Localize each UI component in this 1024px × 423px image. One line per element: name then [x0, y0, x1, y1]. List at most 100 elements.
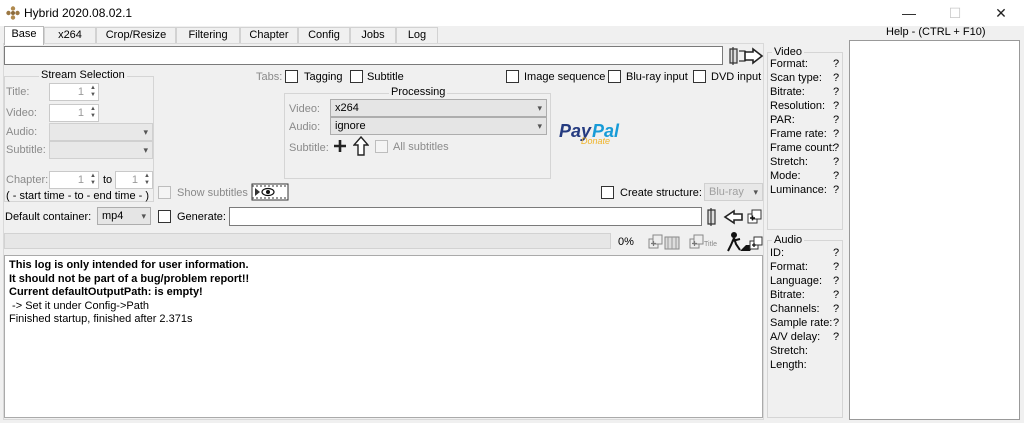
all-subtitles-checkbox[interactable]	[375, 140, 388, 153]
minimize-button[interactable]: —	[886, 0, 932, 26]
title-label: Title:	[6, 86, 30, 98]
create-structure-checkbox[interactable]	[601, 186, 614, 199]
video-info-title: Video	[772, 46, 804, 58]
default-container-select[interactable]: mp4 ▾	[97, 207, 151, 225]
image-sequence-checkbox[interactable]	[506, 70, 519, 83]
processing-title: Processing	[389, 86, 448, 98]
processing-video-label: Video:	[289, 103, 320, 115]
tab-config[interactable]: Config	[298, 27, 350, 44]
chapter-label: Chapter:	[6, 174, 49, 186]
chevron-down-icon: ▾	[537, 103, 542, 113]
audio-label: Audio:	[6, 126, 38, 138]
video-spinbox[interactable]: 1 ▲ ▼	[49, 104, 99, 122]
info-field-label: Frame rate:	[770, 128, 827, 140]
video-encoder-select[interactable]: x264 ▾	[330, 99, 547, 117]
app-icon	[6, 6, 20, 20]
show-subtitles-label: Show subtitles	[177, 187, 248, 199]
tab-chapter[interactable]: Chapter	[240, 27, 298, 44]
dvd-input-checkbox[interactable]	[693, 70, 706, 83]
generate-checkbox[interactable]	[158, 210, 171, 223]
info-field-value: ?	[833, 317, 840, 329]
subtitle-tab-checkbox[interactable]	[350, 70, 363, 83]
chevron-down-icon: ▾	[141, 211, 146, 221]
spin-arrows-icon: ▲ ▼	[144, 173, 150, 186]
bluray-input-label: Blu-ray input	[626, 71, 688, 83]
info-field-value: ?	[833, 86, 840, 98]
spin-arrows-icon: ▲ ▼	[90, 85, 96, 98]
log-line: Finished startup, finished after 2.371s	[9, 313, 193, 325]
create-structure-label: Create structure:	[620, 187, 702, 199]
bluray-input-checkbox[interactable]	[608, 70, 621, 83]
log-line: This log is only intended for user infor…	[9, 259, 249, 271]
info-field-label: Mode:	[770, 170, 801, 182]
help-title: Help - (CTRL + F10)	[886, 26, 986, 38]
to-label: to	[103, 174, 113, 186]
info-field-label: Channels:	[770, 303, 820, 315]
info-field-label: ID:	[770, 247, 785, 259]
image-sequence-label: Image sequence	[524, 71, 606, 83]
tab-crop-resize[interactable]: Crop/Resize	[96, 27, 176, 44]
tab-filtering[interactable]: Filtering	[176, 27, 240, 44]
audio-stream-select[interactable]: ▾	[49, 123, 153, 141]
close-button[interactable]: ✕	[978, 0, 1024, 26]
window-title: Hybrid 2020.08.02.1	[24, 6, 133, 20]
info-field-label: Language:	[770, 275, 822, 287]
arrow-up-icon[interactable]	[353, 136, 369, 156]
log-line: -> Set it under Config->Path	[9, 299, 150, 312]
create-structure-select[interactable]: Blu-ray ▾	[704, 183, 763, 201]
info-field-value: ?	[833, 142, 840, 154]
tagging-checkbox[interactable]	[285, 70, 298, 83]
info-field-value: ?	[833, 100, 840, 112]
chapter-from-spinbox[interactable]: 1 ▲ ▼	[49, 171, 99, 189]
help-panel[interactable]	[849, 40, 1020, 420]
log-line: Current defaultOutputPath: is empty!	[9, 286, 203, 298]
input-file-field[interactable]	[4, 46, 723, 65]
show-subtitles-checkbox[interactable]	[158, 186, 171, 199]
title-spinbox[interactable]: 1 ▲ ▼	[49, 83, 99, 101]
add-icon[interactable]	[332, 138, 348, 154]
subtitle-stream-select[interactable]: ▾	[49, 141, 153, 159]
audio-encoder-value: ignore	[335, 120, 366, 132]
start-queue-icon[interactable]	[726, 231, 764, 253]
output-file-field[interactable]	[229, 207, 702, 226]
all-subtitles-label: All subtitles	[393, 141, 449, 153]
info-field-value: ?	[833, 170, 840, 182]
subtitle-tab-label: Subtitle	[367, 71, 404, 83]
dvd-input-label: DVD input	[711, 71, 762, 83]
stream-selection-title: Stream Selection	[39, 69, 127, 81]
spin-arrows-icon: ▲ ▼	[90, 106, 96, 119]
add-batch-icon[interactable]	[664, 236, 680, 250]
preview-film-icon[interactable]	[251, 183, 289, 201]
tab-log[interactable]: Log	[396, 27, 438, 44]
add-title-job-icon[interactable]	[689, 234, 704, 249]
tab-x264[interactable]: x264	[44, 27, 96, 44]
subtitle-label: Subtitle:	[6, 144, 46, 156]
info-field-label: Bitrate:	[770, 289, 805, 301]
info-field-label: Resolution:	[770, 100, 826, 112]
default-container-value: mp4	[102, 210, 124, 222]
default-container-label: Default container:	[5, 211, 92, 223]
audio-info-title: Audio	[772, 234, 805, 246]
log-output[interactable]: This log is only intended for user infor…	[4, 255, 763, 418]
video-encoder-value: x264	[335, 102, 359, 114]
add-job-icon[interactable]	[648, 234, 663, 249]
log-line: It should not be part of a bug/problem r…	[9, 272, 250, 285]
tab-jobs[interactable]: Jobs	[350, 27, 396, 44]
chevron-down-icon: ▾	[143, 145, 148, 155]
set-output-icon[interactable]	[706, 207, 764, 227]
info-field-label: Scan type:	[770, 72, 822, 84]
open-input-icon[interactable]	[727, 45, 765, 67]
info-field-label: Format:	[770, 261, 808, 273]
info-field-label: Length:	[770, 359, 807, 371]
audio-encoder-select[interactable]: ignore ▾	[330, 117, 547, 135]
title-bar: Hybrid 2020.08.02.1 — ☐ ✕	[0, 0, 1024, 26]
chapter-to-spinbox[interactable]: 1 ▲ ▼	[115, 171, 153, 189]
paypal-donate-text: Donate	[581, 136, 611, 146]
info-field-value: ?	[833, 128, 840, 140]
tabs-label: Tabs:	[256, 71, 283, 83]
info-field-label: Format:	[770, 58, 808, 70]
chevron-down-icon: ▾	[753, 187, 758, 197]
create-structure-value: Blu-ray	[709, 186, 744, 198]
paypal-donate-button[interactable]: Pay Pal Donate	[559, 121, 631, 147]
tab-base[interactable]: Base	[4, 26, 44, 45]
